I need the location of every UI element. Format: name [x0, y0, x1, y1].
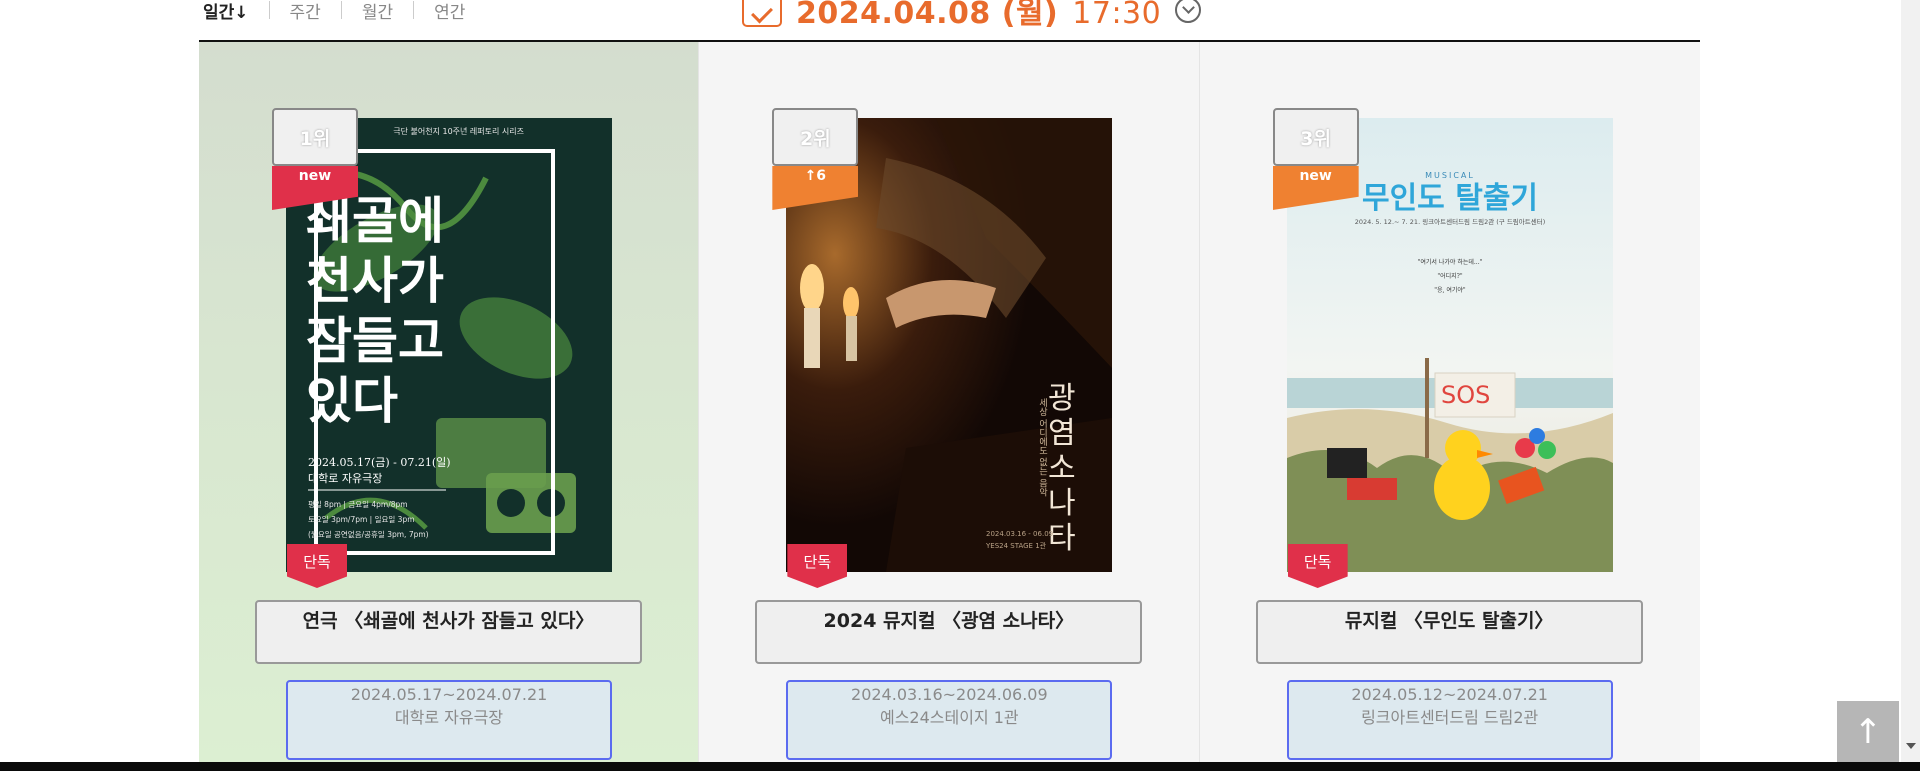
poster-date: 2024. 5. 12.~ 7. 21. 링크아트센터드림 드림2관 (구 드림…	[1354, 217, 1545, 226]
poster-venue: 대학로 자유극장	[308, 472, 382, 485]
date-label: 2024.04.08 (월) 17:30	[796, 0, 1161, 32]
date-selector[interactable]: 2024.04.08 (월) 17:30	[742, 0, 1202, 32]
poster-date: 2024.03.16 - 06.09	[986, 530, 1053, 538]
show-period: 2024.05.17~2024.07.21	[350, 685, 548, 704]
poster-time: (월요일 공연없음/공휴일 3pm, 7pm)	[308, 529, 429, 539]
rank-badge: 3위	[1272, 108, 1359, 166]
poster-quote: "어디지?"	[1437, 272, 1463, 280]
show-info[interactable]: 2024.05.17~2024.07.21 대학로 자유극장	[286, 680, 612, 760]
poster-title-char: 광	[1048, 381, 1076, 416]
tab-daily[interactable]: 일간↓	[199, 0, 253, 23]
poster-title: 무인도 탈출기	[1362, 181, 1538, 216]
tab-yearly[interactable]: 연간	[430, 0, 469, 23]
poster-sign-text: SOS	[1441, 381, 1490, 409]
date-value: 2024.04.08 (월)	[796, 0, 1059, 31]
show-info[interactable]: 2024.03.16~2024.06.09 예스24스테이지 1관	[786, 680, 1113, 760]
ranking-card[interactable]: 세상 어디에도 없는 음악 광 염 소 나 타 2024.03.16 - 06.…	[699, 42, 1200, 762]
show-venue: 예스24스테이지 1관	[879, 708, 1019, 727]
poster-title-line: 천사가	[306, 251, 444, 310]
rank-badge: 2위	[772, 108, 859, 166]
poster-kicker: MUSICAL	[1425, 171, 1475, 180]
poster-title-char: 염	[1048, 416, 1076, 451]
scroll-to-top-button[interactable]: ↑	[1837, 701, 1899, 762]
show-period: 2024.05.12~2024.07.21	[1351, 685, 1548, 704]
chevron-down-icon[interactable]	[1175, 0, 1202, 23]
poster-time: 토요일 3pm/7pm | 일요일 3pm	[308, 515, 415, 524]
show-info[interactable]: 2024.05.12~2024.07.21 링크아트센터드림 드림2관	[1286, 680, 1613, 760]
ranking-card[interactable]: SOS MUSICAL 무인도 탈출기 2024. 5. 12.~ 7. 21.…	[1199, 42, 1700, 762]
calendar-check-icon[interactable]	[742, 0, 782, 27]
tab-divider	[413, 1, 415, 19]
arrow-up-icon: ↑	[1853, 711, 1883, 752]
poster-title-char: 소	[1048, 451, 1076, 486]
tab-monthly[interactable]: 월간	[358, 0, 397, 23]
rank-badge: 1위	[272, 108, 358, 166]
poster-tagline: 세상 어디에도 없는 음악	[1037, 398, 1047, 498]
poster-date: 2024.05.17(금) - 07.21(일)	[308, 455, 451, 469]
tab-divider	[340, 1, 342, 19]
scrollbar[interactable]	[1901, 0, 1920, 762]
poster-title-line: 있다	[306, 371, 398, 430]
bottom-bar	[0, 762, 1920, 771]
poster-time: 평일 8pm | 금요일 4pm/8pm	[308, 499, 408, 509]
poster-venue: YES24 STAGE 1관	[985, 541, 1047, 550]
poster-title-char: 나	[1048, 486, 1076, 521]
poster-top-caption: 극단 불어천지 10주년 레퍼토리 시리즈	[393, 126, 524, 136]
exclusive-badge: 단독	[287, 544, 347, 588]
show-venue: 대학로 자유극장	[394, 708, 504, 727]
show-title[interactable]: 연극 〈쇄골에 천사가 잠들고 있다〉	[255, 600, 642, 664]
poster-title-line: 잠들고	[306, 311, 444, 370]
ranking-card[interactable]: 극단 불어천지 10주년 레퍼토리 시리즈 쇄골에 천사가 잠들고 있다 202…	[199, 42, 700, 762]
exclusive-badge: 단독	[1287, 544, 1348, 588]
time-value: 17:30	[1072, 0, 1162, 31]
tab-divider	[268, 1, 270, 19]
scroll-down-arrow-icon[interactable]	[1906, 743, 1916, 749]
poster-quote: "여기서 나가야 하는데..."	[1417, 258, 1482, 266]
tab-weekly[interactable]: 주간	[286, 0, 325, 23]
show-title[interactable]: 2024 뮤지컬 〈광염 소나타〉	[755, 600, 1143, 664]
exclusive-badge: 단독	[787, 544, 848, 588]
period-tabs: 일간↓ 주간 월간 연간	[199, 0, 469, 23]
poster-title-char: 타	[1048, 521, 1076, 556]
show-venue: 링크아트센터드림 드림2관	[1361, 708, 1539, 727]
show-period: 2024.03.16~2024.06.09	[851, 685, 1048, 704]
ranking-list: 극단 불어천지 10주년 레퍼토리 시리즈 쇄골에 천사가 잠들고 있다 202…	[199, 42, 1700, 762]
show-title[interactable]: 뮤지컬 〈무인도 탈출기〉	[1255, 600, 1643, 664]
poster-quote: "응, 여기야"	[1434, 286, 1466, 294]
